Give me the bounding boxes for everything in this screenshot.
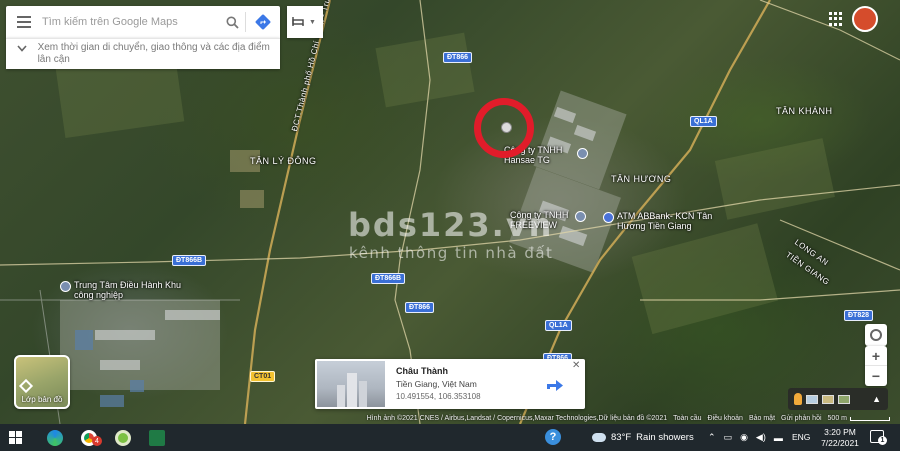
search-box [6,6,280,38]
road-badge: ĐT828 [844,310,874,321]
area-label-tan-khanh: TÂN KHÁNH [776,106,833,116]
clock-date: 7/22/2021 [821,438,859,448]
system-tray: ⌃ ▭ ◉ ◀) ▬ [708,424,783,451]
notification-count: 1 [878,436,887,445]
layer-toggle-label: Lớp bản đồ [21,395,63,404]
imagery-strip: ▲ [788,388,888,410]
expand-icon[interactable]: ▲ [872,394,881,404]
edge-browser-icon[interactable] [38,424,72,451]
attribution-bar: Hình ảnh ©2021 CNES / Airbus,Landsat / C… [0,413,900,424]
rain-cloud-icon [592,433,606,442]
excel-icon[interactable] [140,424,174,451]
footer-link-terms[interactable]: Điều khoản [708,415,743,422]
area-label-tan-ly-dong: TÂN LÝ ĐÔNG [250,156,317,166]
weather-description: Rain showers [636,432,694,443]
road-badge: ĐT866 [443,52,473,63]
windows-start-icon[interactable] [0,424,30,451]
watermark-title: bds123.vn [348,206,554,244]
weather-widget[interactable]: 83°F Rain showers [592,424,694,451]
notification-badge: 4 [92,436,102,446]
close-icon[interactable]: ✕ [572,360,580,371]
search-icon[interactable] [219,7,245,37]
place-card[interactable]: Châu Thành Tiền Giang, Việt Nam 10.49155… [315,359,585,409]
search-hint[interactable]: Xem thời gian di chuyển, giao thông và c… [6,38,280,69]
road-badge: QL1A [690,116,717,127]
directions-icon[interactable] [543,373,567,397]
hotel-button[interactable]: ▼ [287,6,323,38]
coccoc-browser-icon[interactable] [106,424,140,451]
my-location-icon[interactable] [865,324,887,346]
search-input[interactable] [42,7,219,37]
zoom-in-button[interactable]: + [865,346,887,366]
help-icon[interactable]: ? [545,429,561,445]
road-badge: QL1A [545,320,572,331]
footer-link-feedback[interactable]: Gửi phản hồi [781,415,822,422]
clock[interactable]: 3:20 PM 7/22/2021 [818,427,862,449]
poi-label: Trung Tâm Điều Hành Khu công nghiệp [74,280,182,300]
road-badge: ĐT866B [371,273,406,284]
place-pin-icon [60,281,71,292]
footer-link-global[interactable]: Toàn cầu [673,415,701,422]
layers-icon [18,378,34,394]
place-pin-icon [577,148,588,159]
chrome-browser-icon[interactable]: 4 [72,424,106,451]
poi-label: ATM ABBank- KCN Tân Hương Tiền Giang [617,211,713,231]
photo-thumbnail[interactable] [838,394,850,404]
atm-pin-icon [603,212,614,223]
webcam-icon[interactable]: ◉ [740,432,748,443]
poi-control-center[interactable]: Trung Tâm Điều Hành Khu công nghiệp [60,280,192,300]
language-indicator[interactable]: ENG [792,432,810,442]
search-hint-text: Xem thời gian di chuyển, giao thông và c… [37,42,270,65]
place-name: Châu Thành [396,366,448,376]
scale-label: 500 m [827,415,847,422]
chevron-up-icon[interactable]: ⌃ [708,432,716,443]
area-label-tan-huong: TÂN HƯƠNG [611,174,672,184]
watermark-subtitle: kênh thông tin nhà đất [349,244,554,262]
place-photo[interactable] [317,361,385,407]
chevron-down-icon[interactable] [6,39,38,69]
caret-down-icon: ▼ [309,18,316,26]
poi-atm-abbank[interactable]: ATM ABBank- KCN Tân Hương Tiền Giang [603,211,729,231]
network-icon[interactable]: ▭ [724,432,733,443]
weather-temperature: 83°F [611,432,632,443]
hotel-icon [287,15,309,30]
battery-icon[interactable]: ▬ [774,433,783,443]
menu-icon[interactable] [6,6,42,38]
highlight-circle [474,98,534,158]
satellite-map[interactable]: TÂN LÝ ĐÔNG TÂN HƯƠNG TÂN KHÁNH LONG AN … [0,0,900,424]
zoom-controls: + − [865,346,887,386]
photo-thumbnail[interactable] [806,394,818,404]
road-badge: ĐT866B [172,255,207,266]
location-marker-icon [501,122,512,133]
apps-grid-icon[interactable] [829,12,843,26]
place-coordinates: 10.491554, 106.353108 [396,392,481,401]
avatar[interactable] [852,6,878,32]
directions-icon[interactable] [246,7,280,37]
scale-bar[interactable]: 500 m [828,415,890,422]
clock-time: 3:20 PM [824,427,856,437]
road-badge: ĐT866 [405,302,435,313]
volume-icon[interactable]: ◀) [756,432,766,443]
layer-toggle-button[interactable]: Lớp bản đồ [14,355,70,409]
imagery-credit: Hình ảnh ©2021 CNES / Airbus,Landsat / C… [366,415,668,422]
zoom-out-button[interactable]: − [865,366,887,386]
notification-center-icon[interactable]: 1 [870,430,887,445]
taskbar: 4 ? 83°F Rain showers ⌃ ▭ ◉ ◀) ▬ ENG 3:2… [0,424,900,451]
place-pin-icon [575,211,586,222]
place-region: Tiền Giang, Việt Nam [396,379,477,389]
photo-thumbnail[interactable] [822,394,834,404]
pegman-icon[interactable] [794,393,802,405]
road-badge: CT01 [250,371,276,382]
footer-link-privacy[interactable]: Bảo mật [749,415,775,422]
